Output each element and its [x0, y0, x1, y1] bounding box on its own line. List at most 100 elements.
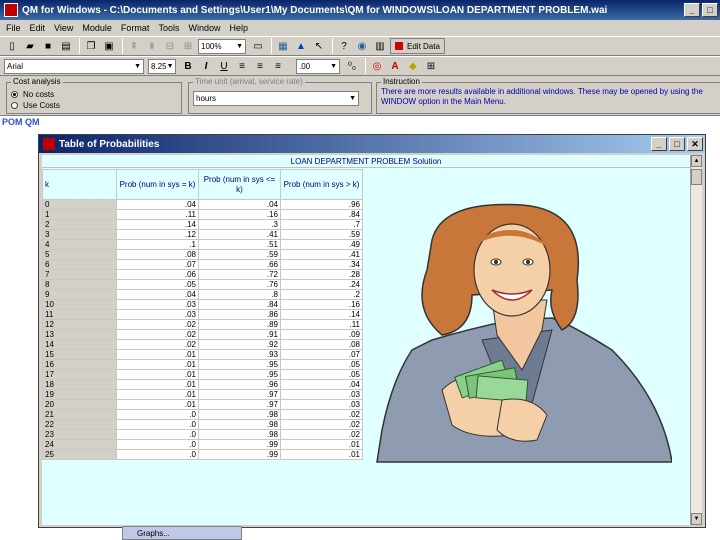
probability-cell[interactable]: .0 [116, 449, 199, 460]
table-row[interactable]: 3.12.41.59 [42, 229, 363, 240]
probability-cell[interactable]: .98 [198, 419, 281, 430]
probability-cell[interactable]: .01 [116, 369, 199, 380]
row-k-cell[interactable]: 0 [42, 199, 117, 210]
row-k-cell[interactable]: 13 [42, 329, 117, 340]
table-row[interactable]: 1.11.16.84 [42, 209, 363, 220]
probability-cell[interactable]: .1 [116, 239, 199, 250]
maximize-button[interactable]: □ [702, 3, 718, 17]
probability-cell[interactable]: .03 [280, 389, 363, 400]
table-row[interactable]: 17.01.95.05 [42, 369, 363, 380]
menu-view[interactable]: View [54, 23, 73, 33]
open-folder-icon[interactable]: ▰ [22, 38, 38, 54]
probability-cell[interactable]: .72 [198, 269, 281, 280]
probability-cell[interactable]: .03 [116, 299, 199, 310]
child-close-button[interactable]: ✕ [687, 137, 703, 151]
probability-cell[interactable]: .05 [280, 359, 363, 370]
pom-qm-logo[interactable]: POM QM [2, 118, 40, 127]
table-row[interactable]: 7.06.72.28 [42, 269, 363, 280]
row-k-cell[interactable]: 20 [42, 399, 117, 410]
align-left-icon[interactable]: ≡ [234, 58, 250, 74]
probability-cell[interactable]: .66 [198, 259, 281, 270]
table-row[interactable]: 8.05.76.24 [42, 279, 363, 290]
probability-cell[interactable]: .11 [280, 319, 363, 330]
calculator-icon[interactable]: ▥ [372, 38, 388, 54]
probability-cell[interactable]: .06 [116, 269, 199, 280]
probability-cell[interactable]: .08 [280, 339, 363, 350]
probability-cell[interactable]: .11 [116, 209, 199, 220]
solve-icon[interactable]: ◉ [354, 38, 370, 54]
probability-cell[interactable]: .99 [198, 449, 281, 460]
probability-cell[interactable]: .02 [280, 429, 363, 440]
probability-cell[interactable]: .16 [198, 209, 281, 220]
scroll-up-icon[interactable]: ▲ [691, 155, 702, 167]
use-costs-radio[interactable]: Use Costs [11, 100, 181, 111]
probability-cell[interactable]: .01 [116, 359, 199, 370]
font-size-select[interactable]: 8.25 ▼ [148, 58, 176, 74]
probability-cell[interactable]: .14 [116, 219, 199, 230]
paste-icon[interactable]: ▣ [101, 38, 117, 54]
probability-cell[interactable]: .04 [280, 379, 363, 390]
menu-window[interactable]: Window [188, 23, 220, 33]
probability-cell[interactable]: .01 [280, 449, 363, 460]
no-costs-radio[interactable]: No costs [11, 89, 181, 100]
probability-cell[interactable]: .08 [116, 249, 199, 260]
scroll-thumb[interactable] [691, 169, 702, 185]
probability-cell[interactable]: .14 [280, 309, 363, 320]
probability-cell[interactable]: .51 [198, 239, 281, 250]
row-k-cell[interactable]: 10 [42, 299, 117, 310]
fill-color-icon[interactable]: ◎ [369, 58, 385, 74]
probability-cell[interactable]: .84 [280, 209, 363, 220]
table-row[interactable]: 24.0.99.01 [42, 439, 363, 450]
probability-cell[interactable]: .59 [198, 249, 281, 260]
row-k-cell[interactable]: 7 [42, 269, 117, 280]
probability-cell[interactable]: .96 [280, 199, 363, 210]
row-k-cell[interactable]: 9 [42, 289, 117, 300]
copy-icon[interactable]: ❐ [83, 38, 99, 54]
menu-tools[interactable]: Tools [158, 23, 179, 33]
row-k-cell[interactable]: 25 [42, 449, 117, 460]
probability-cell[interactable]: .89 [198, 319, 281, 330]
probability-cell[interactable]: .04 [198, 199, 281, 210]
probability-cell[interactable]: .02 [116, 329, 199, 340]
table-row[interactable]: 4.1.51.49 [42, 239, 363, 250]
print-icon[interactable]: ▤ [58, 38, 74, 54]
table-row[interactable]: 15.01.93.07 [42, 349, 363, 360]
menu-module[interactable]: Module [82, 23, 112, 33]
row-k-cell[interactable]: 15 [42, 349, 117, 360]
probability-cell[interactable]: .49 [280, 239, 363, 250]
pointer-icon[interactable]: ↖ [311, 38, 327, 54]
probability-cell[interactable]: .7 [280, 219, 363, 230]
row-k-cell[interactable]: 2 [42, 219, 117, 230]
insert-row-icon[interactable]: ⇞ [126, 38, 142, 54]
probability-cell[interactable]: .02 [116, 319, 199, 330]
row-k-cell[interactable]: 11 [42, 309, 117, 320]
probability-cell[interactable]: .93 [198, 349, 281, 360]
probability-cell[interactable]: .02 [280, 419, 363, 430]
child-maximize-button[interactable]: □ [669, 137, 685, 151]
decimals-select[interactable]: .00 ▼ [296, 58, 340, 74]
table-row[interactable]: 12.02.89.11 [42, 319, 363, 330]
graphs-taskbar-button[interactable]: Graphs... [122, 526, 242, 540]
underline-button[interactable]: U [216, 58, 232, 74]
table-row[interactable]: 19.01.97.03 [42, 389, 363, 400]
probability-cell[interactable]: .98 [198, 409, 281, 420]
edit-data-button[interactable]: Edit Data [390, 38, 445, 54]
row-k-cell[interactable]: 5 [42, 249, 117, 260]
probability-cell[interactable]: .97 [198, 389, 281, 400]
row-k-cell[interactable]: 8 [42, 279, 117, 290]
probability-cell[interactable]: .0 [116, 409, 199, 420]
probability-cell[interactable]: .01 [116, 389, 199, 400]
probability-cell[interactable]: .86 [198, 309, 281, 320]
probability-cell[interactable]: .01 [280, 439, 363, 450]
bold-button[interactable]: B [180, 58, 196, 74]
align-right-icon[interactable]: ≡ [270, 58, 286, 74]
font-color-icon[interactable]: A [387, 58, 403, 74]
probability-cell[interactable]: .91 [198, 329, 281, 340]
grid-icon[interactable]: ▦ [275, 38, 291, 54]
vertical-scrollbar[interactable]: ▲ ▼ [690, 155, 702, 525]
row-k-cell[interactable]: 18 [42, 379, 117, 390]
menu-help[interactable]: Help [229, 23, 248, 33]
probability-cell[interactable]: .41 [198, 229, 281, 240]
row-k-cell[interactable]: 3 [42, 229, 117, 240]
highlight-icon[interactable]: ◆ [405, 58, 421, 74]
